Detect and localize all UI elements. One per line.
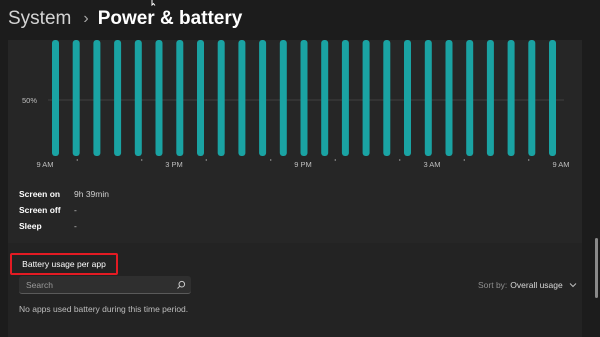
battery-bar[interactable]: [259, 40, 267, 156]
stat-screen-on: Screen on 9h 39min: [19, 186, 109, 202]
battery-bar[interactable]: [466, 40, 474, 156]
battery-bar[interactable]: [155, 40, 163, 156]
battery-usage-per-app-heading: Battery usage per app: [10, 253, 118, 275]
battery-bar[interactable]: [72, 40, 80, 156]
battery-bar[interactable]: [52, 40, 59, 156]
stat-value: 9h 39min: [74, 189, 109, 199]
screen-stats: Screen on 9h 39min Screen off - Sleep -: [19, 186, 109, 234]
battery-bar[interactable]: [507, 40, 515, 156]
battery-bar[interactable]: [404, 40, 411, 156]
battery-bar[interactable]: [300, 40, 308, 156]
battery-level-chart: 50% 9 AM 3 PM 9 PM 3 AM 9 AM: [8, 40, 582, 175]
scrollbar[interactable]: [595, 238, 598, 298]
chevron-down-icon: [569, 283, 577, 288]
chart-svg: 50% 9 AM 3 PM 9 PM 3 AM 9 AM: [22, 40, 570, 169]
search-input[interactable]: Search: [19, 276, 191, 294]
battery-bar[interactable]: [486, 40, 494, 156]
stat-label: Screen off: [19, 205, 61, 215]
battery-bar[interactable]: [341, 40, 349, 156]
battery-bar[interactable]: [549, 40, 556, 156]
battery-bar[interactable]: [176, 40, 184, 156]
battery-bar[interactable]: [321, 40, 329, 156]
x-tick-label: 9 PM: [294, 160, 312, 169]
empty-state-message: No apps used battery during this time pe…: [19, 304, 189, 314]
battery-bar[interactable]: [279, 40, 287, 156]
stat-sleep: Sleep -: [19, 218, 109, 234]
battery-bar[interactable]: [445, 40, 453, 156]
x-tick-label: 9 AM: [552, 160, 569, 169]
x-tick-label: 3 AM: [423, 160, 440, 169]
stat-label: Sleep: [19, 221, 42, 231]
battery-bar[interactable]: [197, 40, 204, 156]
battery-bar[interactable]: [238, 40, 246, 156]
battery-bar[interactable]: [134, 40, 142, 156]
sort-value: Overall usage: [510, 280, 563, 290]
stat-value: -: [74, 205, 77, 215]
sort-label: Sort by:: [478, 280, 508, 290]
y-tick-label: 50%: [22, 96, 37, 105]
search-placeholder: Search: [26, 279, 53, 290]
battery-bar[interactable]: [217, 40, 225, 156]
battery-bar[interactable]: [362, 40, 370, 156]
stat-label: Screen on: [19, 189, 61, 199]
sort-dropdown[interactable]: Sort by: Overall usage: [478, 280, 577, 290]
stat-value: -: [74, 221, 77, 231]
battery-panel: 50% 9 AM 3 PM 9 PM 3 AM 9 AM Screen on 9h 39m…: [8, 40, 582, 337]
battery-bar[interactable]: [114, 40, 122, 156]
chevron-right-icon: ›: [83, 10, 89, 27]
x-tick-label: 3 PM: [165, 160, 183, 169]
x-tick-label: 9 AM: [36, 160, 53, 169]
battery-bar[interactable]: [528, 40, 536, 156]
breadcrumb: System › Power & battery: [8, 8, 242, 30]
page-title: Power & battery: [97, 8, 243, 29]
battery-bar[interactable]: [93, 40, 101, 156]
search-icon: [177, 280, 186, 289]
battery-bar[interactable]: [424, 40, 432, 156]
mouse-cursor-icon: [151, 0, 156, 6]
stat-screen-off: Screen off -: [19, 202, 109, 218]
breadcrumb-system[interactable]: System: [8, 8, 71, 30]
battery-bar[interactable]: [383, 40, 391, 156]
